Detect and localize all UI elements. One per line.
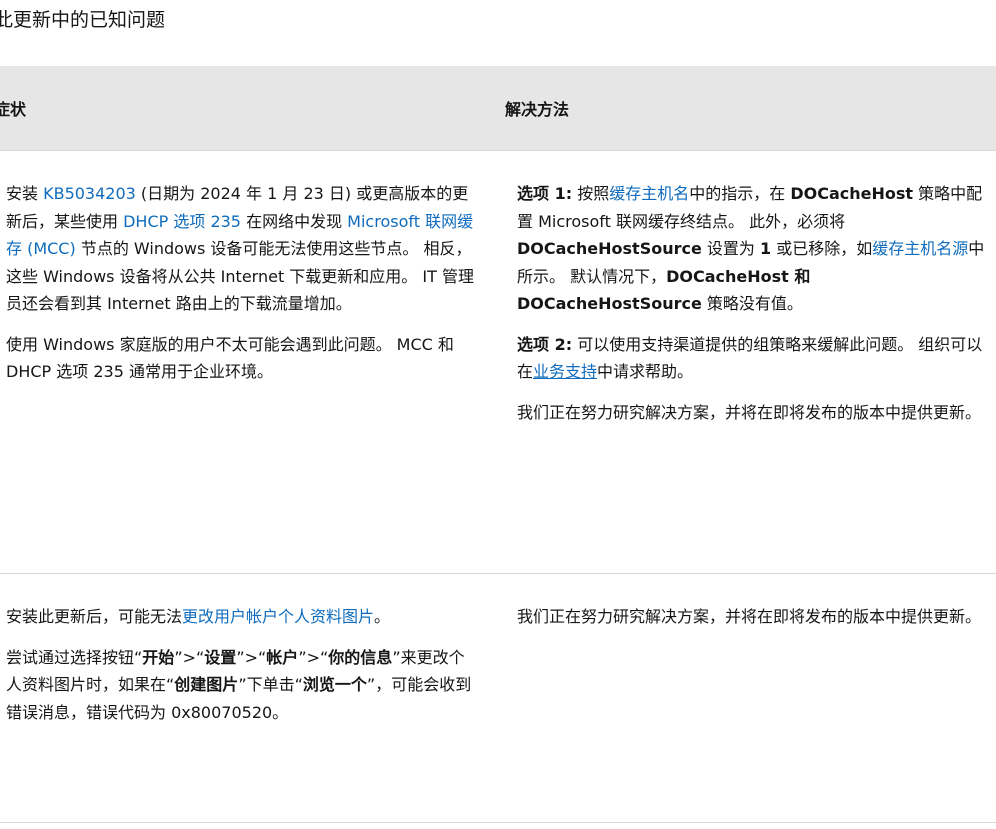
create-picture-ui-term: 创建图片 bbox=[174, 675, 239, 694]
kb5034203-link[interactable]: KB5034203 bbox=[43, 184, 136, 203]
table-row-issue-1: 安装 KB5034203 (日期为 2024 年 1 月 23 日) 或更高版本… bbox=[0, 150, 996, 574]
docachehost-policy: DOCacheHost bbox=[790, 184, 914, 203]
resolution-column-header: 解决方法 bbox=[497, 66, 996, 151]
your-info-ui-term: 你的信息 bbox=[328, 647, 393, 667]
issue-2-steps-paragraph: 尝试通过选择按钮“开始”>“设置”>“帐户”>“你的信息”来更改个人资料图片时，… bbox=[6, 647, 472, 722]
table-header-row: 症状 解决方法 bbox=[0, 66, 996, 151]
settings-ui-term: 设置 bbox=[204, 647, 237, 667]
docachehostsource-policy: DOCacheHostSource bbox=[517, 239, 702, 258]
issue-1-resolution-cell: 选项 1: 按照缓存主机名中的指示，在 DOCacheHost 策略中配置 Mi… bbox=[497, 150, 996, 574]
issue-2-working-on-fix: 我们正在努力研究解决方案，并将在即将发布的版本中提供更新。 bbox=[517, 607, 982, 626]
section-heading: 此更新中的已知问题 bbox=[0, 9, 166, 31]
change-profile-picture-link[interactable]: 更改用户帐户个人资料图片 bbox=[182, 607, 374, 626]
browse-one-ui-term: 浏览一个 bbox=[302, 675, 367, 694]
policy-value: 1 bbox=[760, 239, 772, 258]
symptom-column-header: 症状 bbox=[0, 66, 497, 151]
issue-2-symptom-paragraph: 安装此更新后，可能无法更改用户帐户个人资料图片。 bbox=[6, 607, 391, 626]
option-1-label: 选项 1: bbox=[517, 184, 573, 203]
issue-1-symptom-cell: 安装 KB5034203 (日期为 2024 年 1 月 23 日) 或更高版本… bbox=[0, 150, 497, 574]
start-ui-term: 开始 bbox=[142, 647, 175, 667]
issue-1-option-2: 选项 2: 可以使用支持渠道提供的组策略来缓解此问题。 组织可以在业务支持中请求… bbox=[517, 334, 983, 382]
cache-hostname-source-link[interactable]: 缓存主机名源 bbox=[872, 239, 968, 258]
issue-1-working-on-fix: 我们正在努力研究解决方案，并将在即将发布的版本中提供更新。 bbox=[517, 402, 982, 422]
dhcp-option-235-link[interactable]: DHCP 选项 235 bbox=[123, 212, 241, 231]
cache-hostname-link[interactable]: 缓存主机名 bbox=[609, 184, 689, 203]
issue-2-symptom-cell: 安装此更新后，可能无法更改用户帐户个人资料图片。 尝试通过选择按钮“开始”>“设… bbox=[0, 573, 497, 823]
known-issues-table: 症状 解决方法 安装 KB5034203 (日期为 2024 年 1 月 23 … bbox=[0, 66, 996, 823]
option-2-label: 选项 2: bbox=[517, 334, 573, 354]
issue-1-symptom-paragraph: 安装 KB5034203 (日期为 2024 年 1 月 23 日) 或更高版本… bbox=[6, 184, 474, 313]
table-row-issue-2: 安装此更新后，可能无法更改用户帐户个人资料图片。 尝试通过选择按钮“开始”>“设… bbox=[0, 573, 996, 823]
issue-1-option-1: 选项 1: 按照缓存主机名中的指示，在 DOCacheHost 策略中配置 Mi… bbox=[517, 184, 985, 313]
issue-1-home-edition-note: 使用 Windows 家庭版的用户不太可能会遇到此问题。 MCC 和 DHCP … bbox=[6, 334, 454, 382]
business-support-link[interactable]: 业务支持 bbox=[533, 362, 597, 381]
accounts-ui-term: 帐户 bbox=[266, 647, 299, 667]
issue-2-resolution-cell: 我们正在努力研究解决方案，并将在即将发布的版本中提供更新。 bbox=[497, 573, 996, 823]
